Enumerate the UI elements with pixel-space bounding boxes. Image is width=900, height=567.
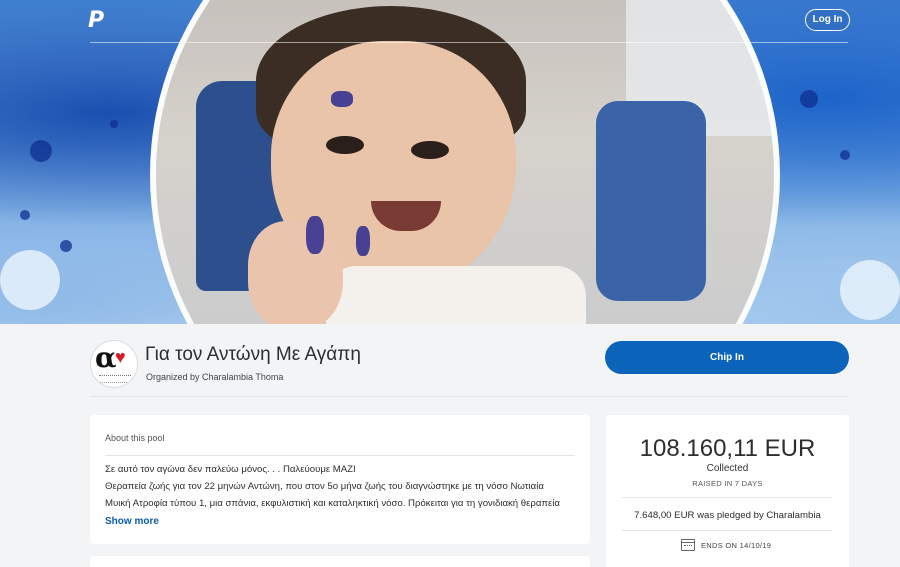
paint-splatter <box>60 240 72 252</box>
stats-divider <box>622 530 832 531</box>
collected-amount: 108.160,11 EUR <box>639 435 816 462</box>
section-divider <box>90 396 848 397</box>
paint-splatter <box>840 260 900 320</box>
paint-splatter <box>0 250 60 310</box>
login-button[interactable]: Log In <box>805 9 850 31</box>
page-title: Για τον Αντώνη Με Αγάπη <box>145 344 361 365</box>
header-divider <box>90 42 848 43</box>
hero-banner: P Log In <box>0 0 900 324</box>
about-text-line: Σε αυτό τον αγώνα δεν παλεύω μόνος. . . … <box>105 464 356 475</box>
raised-duration: RAISED IN 7 DAYS <box>692 479 763 488</box>
paint-splatter <box>20 210 30 220</box>
chip-in-button[interactable]: Chip In <box>605 341 849 374</box>
next-card <box>90 556 590 567</box>
organizer-label: Organized by Charalambia Thoma <box>146 372 284 382</box>
about-divider <box>105 455 575 456</box>
collected-label: Collected <box>706 463 749 474</box>
organization-logo-icon: α ♥ <box>90 340 138 388</box>
paint-splatter <box>110 120 118 128</box>
about-card <box>90 415 590 544</box>
paint-splatter <box>800 90 818 108</box>
end-date: ENDS ON 14/10/19 <box>681 538 771 552</box>
about-heading: About this pool <box>105 433 165 443</box>
paint-splatter <box>30 140 52 162</box>
about-text-line: Μυική Ατροφία τύπου 1, μια σπάνια, εκφυλ… <box>105 498 560 509</box>
show-more-link[interactable]: Show more <box>105 516 159 527</box>
pledge-text: 7.648,00 EUR was pledged by Charalambia <box>634 510 821 521</box>
stats-divider <box>622 497 832 498</box>
paypal-logo-icon[interactable]: P <box>88 10 108 32</box>
about-text-line: Θεραπεία ζωής για τον 22 μηνών Αντώνη, π… <box>105 481 544 492</box>
end-date-label: ENDS ON 14/10/19 <box>701 540 772 550</box>
paint-splatter <box>840 150 850 160</box>
calendar-icon <box>681 539 695 551</box>
campaign-photo <box>150 0 780 324</box>
heart-icon: ♥ <box>115 347 126 367</box>
